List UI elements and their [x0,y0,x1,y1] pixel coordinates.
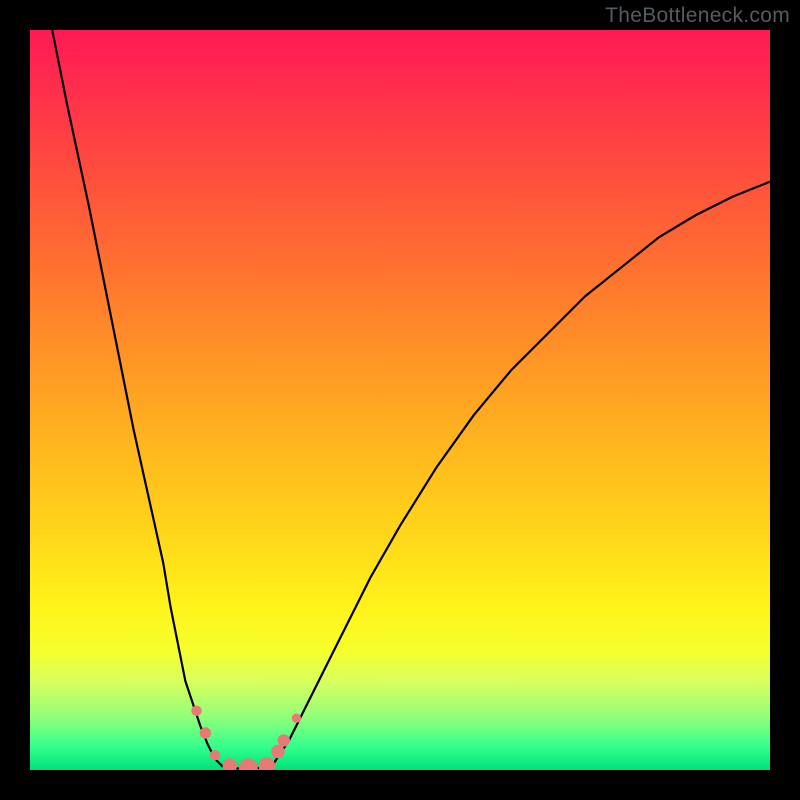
bottleneck-curve [52,30,770,769]
chart-svg [30,30,770,770]
data-marker [210,750,220,760]
data-marker [271,745,285,759]
data-marker [223,758,238,770]
plot-area [30,30,770,770]
watermark-text: TheBottleneck.com [605,4,790,28]
chart-frame: TheBottleneck.com [0,0,800,800]
curve-path [52,30,770,769]
data-marker [239,758,258,770]
data-markers [191,706,301,770]
data-marker [292,714,301,723]
data-marker [259,757,276,770]
data-marker [191,706,201,716]
data-marker [278,734,290,746]
data-marker [200,727,211,738]
